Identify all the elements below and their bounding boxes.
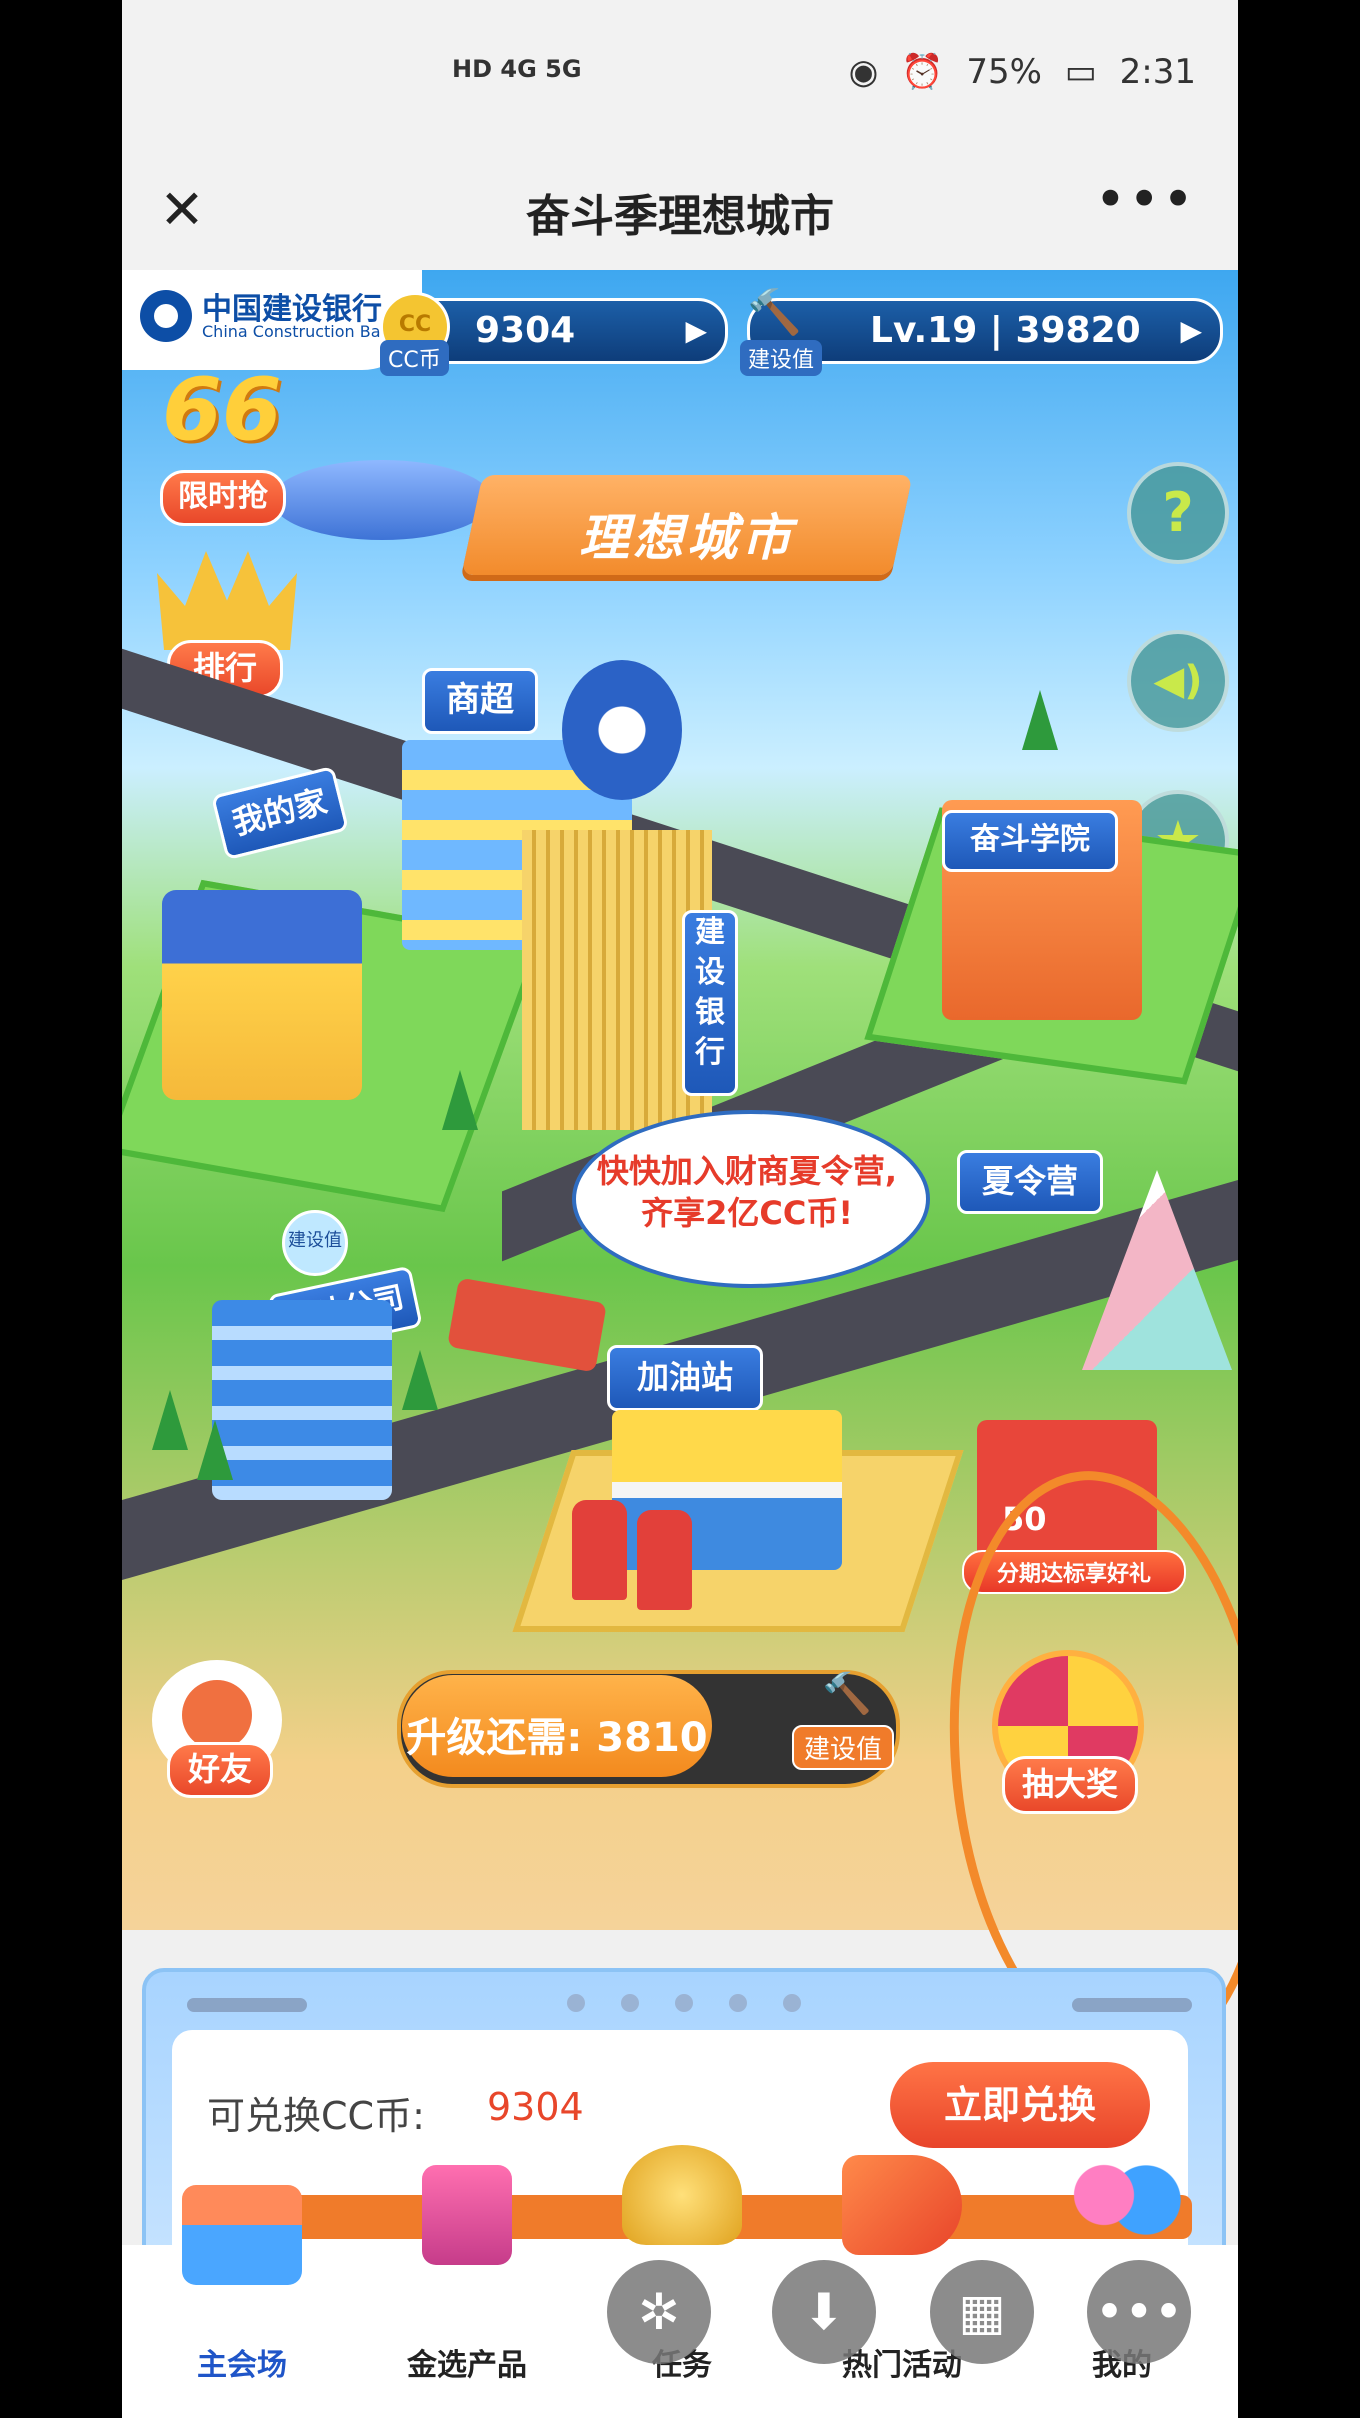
upgrade-remaining-text: 升级还需: 3810 <box>406 1715 708 1761</box>
summer-camp-sign[interactable]: 夏令营 <box>957 1150 1103 1214</box>
friends-button[interactable]: 好友 <box>167 1742 273 1798</box>
tree-graphic <box>152 1390 188 1450</box>
megaphone-icon <box>842 2155 962 2255</box>
clock: 2:31 <box>1119 52 1196 92</box>
bus-graphic <box>447 1277 607 1373</box>
page-title: 奋斗季理想城市 <box>526 191 834 242</box>
shop-icon <box>182 2185 302 2285</box>
title-bar: ✕ 奋斗季理想城市 ••• <box>122 160 1238 270</box>
tab-main-venue[interactable] <box>142 2185 342 2418</box>
fuel-pump <box>572 1500 627 1600</box>
gas-station-sign[interactable]: 加油站 <box>607 1345 763 1411</box>
exchange-value: 9304 <box>487 2085 584 2129</box>
build-value-bubble[interactable]: 建设值 <box>282 1210 348 1276</box>
ccb-logo-icon <box>140 290 192 342</box>
gift-bag-icon <box>422 2165 512 2265</box>
phone-screen: HD 4G 5G ◉ ⏰ 75% ▭ 2:31 ✕ 奋斗季理想城市 ••• 中国… <box>122 0 1238 2418</box>
bank-logo: 中国建设银行 China Construction Bank <box>122 270 422 370</box>
speech-line-1: 快快加入财商夏令营, <box>596 1152 898 1190</box>
play-arrow-icon: ▶ <box>685 314 707 347</box>
tab-selected-products[interactable] <box>367 2165 567 2418</box>
fuel-pump <box>637 1510 692 1610</box>
bank-logo-sculpture <box>562 660 682 800</box>
hammer-icon: 🔨 <box>747 287 802 338</box>
blimp-graphic <box>272 460 492 540</box>
panel-handle <box>187 1998 307 2012</box>
tree-graphic <box>197 1420 233 1480</box>
academy-sign[interactable]: 奋斗学院 <box>942 810 1118 872</box>
tab-label-main-venue[interactable]: 主会场 <box>142 2340 342 2384</box>
city-scene: 中国建设银行 China Construction Bank 9304 ▶ CC… <box>122 270 1238 2083</box>
eye-icon: ◉ <box>848 52 879 92</box>
company-building[interactable] <box>212 1300 392 1500</box>
hammer-icon: 🔨 <box>822 1671 872 1717</box>
grid-icon[interactable]: ▦ <box>930 2260 1034 2364</box>
coin-label: CC币 <box>380 340 449 376</box>
battery-icon: ▭ <box>1064 52 1097 92</box>
pinwheel-icon[interactable]: ✲ <box>607 2260 711 2364</box>
trophy-icon <box>622 2145 742 2245</box>
upgrade-build-label: 建设值 <box>792 1725 895 1770</box>
supermarket-sign[interactable]: 商超 <box>422 668 538 734</box>
sound-icon[interactable]: ◀) <box>1127 630 1229 732</box>
alarm-icon: ⏰ <box>901 52 944 92</box>
tab-label-selected-products[interactable]: 金选产品 <box>367 2340 567 2384</box>
more-icon[interactable]: ••• <box>1087 2260 1191 2364</box>
tree-graphic <box>442 1070 478 1130</box>
exchange-now-button[interactable]: 立即兑换 <box>890 2062 1150 2148</box>
battery-percent: 75% <box>966 52 1042 92</box>
speech-line-2: 齐享2亿CC币! <box>641 1194 853 1232</box>
play-arrow-icon: ▶ <box>1180 314 1202 347</box>
status-right: ◉ ⏰ 75% ▭ 2:31 <box>837 52 1196 92</box>
tree-graphic <box>1022 690 1058 750</box>
limited-sale-button[interactable]: 限时抢 <box>160 470 286 526</box>
my-home-building[interactable] <box>162 890 362 1100</box>
scene-banner-title: 理想城市 <box>579 509 795 567</box>
coin-balance: 9304 <box>475 310 576 351</box>
speech-bubble-text[interactable]: 快快加入财商夏令营, 齐享2亿CC币! <box>572 1150 922 1234</box>
exchange-label: 可兑换CC币: <box>207 2094 425 2138</box>
user-icon <box>1062 2155 1182 2255</box>
more-menu-button[interactable]: ••• <box>1094 168 1196 231</box>
crown-icon[interactable] <box>157 551 297 650</box>
download-icon[interactable]: ⬇ <box>772 2260 876 2364</box>
status-bar: HD 4G 5G ◉ ⏰ 75% ▭ 2:31 <box>122 0 1238 160</box>
bank-sign[interactable]: 建设银行 <box>682 910 738 1096</box>
promo-66-badge[interactable]: 66 <box>162 360 302 460</box>
tree-graphic <box>402 1350 438 1410</box>
bank-name-en: China Construction Bank <box>202 322 400 341</box>
level-value: Lv.19 | 39820 <box>870 310 1141 351</box>
build-value-label: 建设值 <box>740 340 823 376</box>
panel-handle <box>1072 1998 1192 2012</box>
help-button[interactable]: ? <box>1127 462 1229 564</box>
my-home-sign[interactable]: 我的家 <box>210 765 350 861</box>
page-dots <box>567 1994 837 2016</box>
signal-indicators: HD 4G 5G <box>452 55 582 83</box>
